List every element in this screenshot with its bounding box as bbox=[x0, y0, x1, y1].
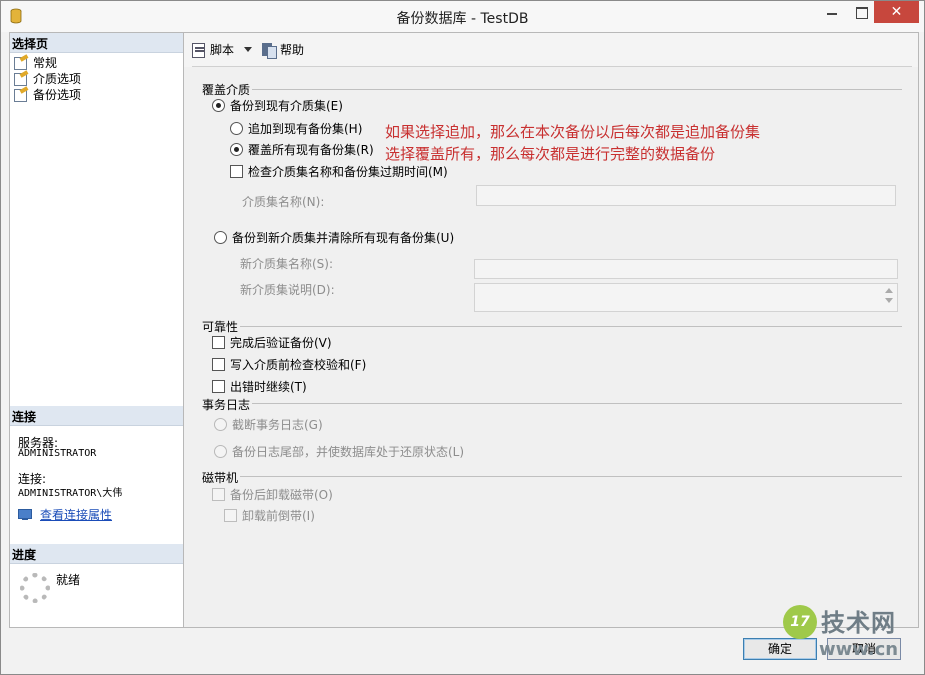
connection-header: 连接 bbox=[10, 406, 183, 426]
scroll-arrows-icon[interactable] bbox=[885, 287, 894, 305]
backup-to-new-media-radio[interactable]: 备份到新介质集并清除所有现有备份集(U) bbox=[214, 229, 454, 246]
truncate-log-radio[interactable]: 截断事务日志(G) bbox=[214, 416, 323, 433]
chevron-down-icon[interactable] bbox=[244, 47, 252, 52]
new-media-description-label: 新介质集说明(D): bbox=[240, 283, 335, 297]
overwrite-existing-radio[interactable]: 覆盖所有现有备份集(R) bbox=[230, 141, 374, 158]
media-name-input[interactable] bbox=[476, 185, 896, 206]
checkbox-indicator bbox=[212, 358, 225, 371]
radio-indicator bbox=[230, 122, 243, 135]
connection-icon bbox=[18, 508, 34, 521]
transaction-log-group-label: 事务日志 bbox=[202, 398, 251, 412]
progress-spinner-icon bbox=[20, 573, 50, 603]
unload-tape-label: 备份后卸载磁带(O) bbox=[230, 488, 333, 502]
page-item-media-options[interactable]: 介质选项 bbox=[13, 70, 81, 86]
view-connection-properties-link[interactable]: 查看连接属性 bbox=[18, 506, 112, 523]
backup-log-tail-label: 备份日志尾部，并使数据库处于还原状态(L) bbox=[232, 445, 465, 459]
new-media-name-label: 新介质集名称(S): bbox=[240, 257, 334, 271]
script-icon bbox=[191, 42, 207, 58]
group-divider bbox=[252, 89, 902, 90]
backup-to-new-media-label: 备份到新介质集并清除所有现有备份集(U) bbox=[232, 231, 455, 245]
page-icon bbox=[13, 72, 29, 86]
verify-backup-checkbox[interactable]: 完成后验证备份(V) bbox=[212, 334, 332, 351]
page-icon bbox=[13, 56, 29, 70]
new-media-name-input[interactable] bbox=[474, 259, 898, 279]
page-item-label: 备份选项 bbox=[33, 87, 82, 102]
select-page-header: 选择页 bbox=[10, 33, 183, 53]
help-button[interactable]: 帮助 bbox=[261, 41, 305, 59]
view-connection-properties-label: 查看连接属性 bbox=[40, 508, 113, 522]
unload-tape-checkbox[interactable]: 备份后卸载磁带(O) bbox=[212, 486, 333, 503]
script-label: 脚本 bbox=[210, 43, 235, 57]
rewind-tape-label: 卸载前倒带(I) bbox=[242, 509, 315, 523]
help-icon bbox=[261, 42, 277, 59]
toolbar: 脚本 帮助 bbox=[184, 33, 918, 67]
checkbox-indicator bbox=[224, 509, 237, 522]
checkbox-indicator bbox=[230, 165, 243, 178]
radio-indicator bbox=[214, 418, 227, 431]
minimize-button[interactable] bbox=[816, 1, 848, 23]
watermark-name: 技术网 bbox=[821, 609, 896, 637]
overwrite-existing-label: 覆盖所有现有备份集(R) bbox=[248, 143, 374, 157]
watermark: 17 技术网 www.cn bbox=[781, 601, 921, 669]
progress-header: 进度 bbox=[10, 544, 183, 564]
backup-log-tail-radio[interactable]: 备份日志尾部，并使数据库处于还原状态(L) bbox=[214, 443, 464, 460]
page-item-label: 常规 bbox=[33, 55, 58, 70]
check-media-name-label: 检查介质集名称和备份集过期时间(M) bbox=[248, 165, 448, 179]
watermark-logo-icon: 17 bbox=[783, 605, 817, 639]
window-title: 备份数据库 - TestDB bbox=[396, 11, 529, 27]
radio-indicator bbox=[214, 445, 227, 458]
append-to-existing-radio[interactable]: 追加到现有备份集(H) bbox=[230, 120, 362, 137]
server-value: ADMINISTRATOR bbox=[18, 448, 97, 459]
checksum-checkbox[interactable]: 写入介质前检查校验和(F) bbox=[212, 356, 366, 373]
new-media-description-input[interactable] bbox=[474, 283, 898, 312]
title-bar: 备份数据库 - TestDB ✕ bbox=[1, 1, 924, 32]
left-pane: 选择页 常规 介质选项 备份选项 连接 服务器: ADMINISTRATOR 连… bbox=[9, 32, 184, 628]
checkbox-indicator bbox=[212, 488, 225, 501]
radio-indicator bbox=[214, 231, 227, 244]
media-name-label: 介质集名称(N): bbox=[242, 195, 325, 209]
backup-to-existing-media-radio[interactable]: 备份到现有介质集(E) bbox=[212, 97, 343, 114]
help-label: 帮助 bbox=[280, 43, 305, 57]
backup-to-existing-media-label: 备份到现有介质集(E) bbox=[230, 99, 343, 113]
backup-database-window: 备份数据库 - TestDB ✕ 选择页 常规 介质选项 备份选项 连接 服务器… bbox=[0, 0, 925, 675]
watermark-url: www.cn bbox=[819, 639, 899, 660]
checkbox-indicator bbox=[212, 336, 225, 349]
page-item-backup-options[interactable]: 备份选项 bbox=[13, 86, 81, 102]
continue-on-error-label: 出错时继续(T) bbox=[230, 380, 307, 394]
rewind-tape-checkbox[interactable]: 卸载前倒带(I) bbox=[224, 507, 315, 524]
progress-status: 就绪 bbox=[56, 573, 81, 587]
append-to-existing-label: 追加到现有备份集(H) bbox=[248, 122, 363, 136]
checkbox-indicator bbox=[212, 380, 225, 393]
annotation-line-2: 选择覆盖所有，那么每次都是进行完整的数据备份 bbox=[385, 145, 716, 163]
toolbar-divider bbox=[192, 66, 912, 67]
radio-indicator bbox=[212, 99, 225, 112]
connection-value: ADMINISTRATOR\大伟 bbox=[18, 488, 123, 499]
overwrite-media-group-label: 覆盖介质 bbox=[202, 83, 251, 97]
maximize-button[interactable] bbox=[848, 1, 874, 23]
group-divider bbox=[252, 403, 902, 404]
page-item-general[interactable]: 常规 bbox=[13, 54, 57, 70]
close-button[interactable]: ✕ bbox=[874, 1, 919, 23]
group-divider bbox=[240, 476, 902, 477]
check-media-name-checkbox[interactable]: 检查介质集名称和备份集过期时间(M) bbox=[230, 163, 448, 180]
group-divider bbox=[240, 326, 902, 327]
radio-indicator bbox=[230, 143, 243, 156]
page-icon bbox=[13, 88, 29, 102]
page-item-label: 介质选项 bbox=[33, 71, 82, 86]
verify-backup-label: 完成后验证备份(V) bbox=[230, 336, 332, 350]
reliability-group-label: 可靠性 bbox=[202, 320, 239, 334]
continue-on-error-checkbox[interactable]: 出错时继续(T) bbox=[212, 378, 307, 395]
annotation-line-1: 如果选择追加，那么在本次备份以后每次都是追加备份集 bbox=[385, 123, 761, 141]
truncate-log-label: 截断事务日志(G) bbox=[232, 418, 323, 432]
checksum-label: 写入介质前检查校验和(F) bbox=[230, 358, 367, 372]
tape-drive-group-label: 磁带机 bbox=[202, 471, 239, 485]
script-button[interactable]: 脚本 bbox=[191, 41, 234, 58]
